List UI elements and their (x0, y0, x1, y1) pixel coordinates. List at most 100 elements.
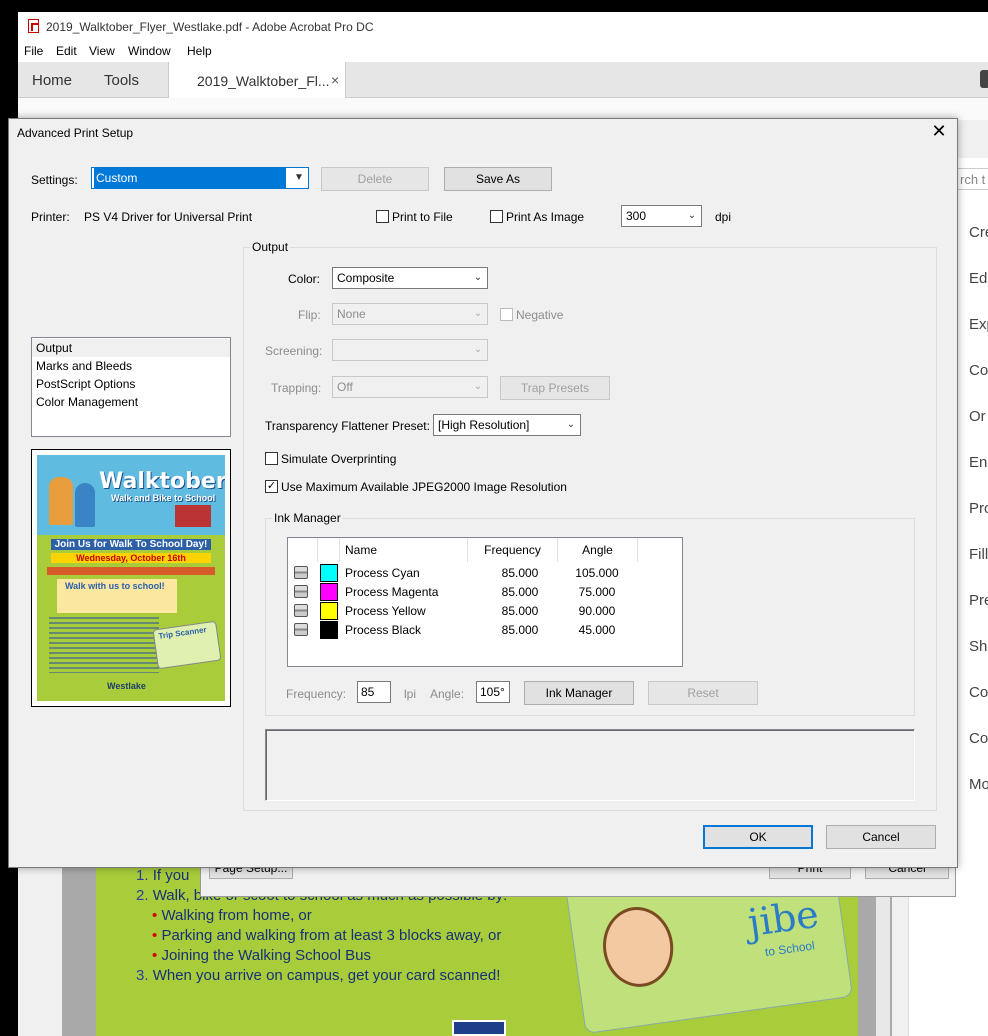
negative-checkbox[interactable] (500, 308, 513, 321)
flip-select[interactable]: None ⌄ (332, 303, 488, 325)
tab-document[interactable]: 2019_Walktober_Fl... × (168, 62, 346, 98)
menu-window[interactable]: Window (128, 44, 171, 58)
ink-row-yellow[interactable]: Process Yellow 85.000 90.000 (288, 601, 682, 620)
ink-row-magenta[interactable]: Process Magenta 85.000 75.000 (288, 582, 682, 601)
pdf-app-icon (28, 19, 39, 33)
trapping-select-value: Off (337, 380, 353, 394)
tool-item[interactable]: Sh (969, 638, 987, 655)
tool-item[interactable]: Exp (969, 316, 988, 333)
angle-input[interactable]: 105° (476, 681, 510, 703)
negative-label: Negative (516, 308, 564, 322)
menu-bar: File Edit View Window Help (18, 42, 988, 62)
thumbnail-date: Wednesday, October 16th (51, 553, 211, 563)
ink-row-cyan[interactable]: Process Cyan 85.000 105.000 (288, 563, 682, 582)
frequency-label: Frequency: (286, 687, 347, 701)
dpi-select[interactable]: 300 ⌄ (621, 205, 702, 227)
menu-help[interactable]: Help (187, 44, 212, 58)
ink-row-black[interactable]: Process Black 85.000 45.000 (288, 620, 682, 639)
dpi-select-value: 300 (626, 209, 647, 223)
printer-icon[interactable] (294, 623, 308, 636)
tool-item[interactable]: Mo (969, 776, 988, 793)
printer-icon[interactable] (294, 566, 308, 579)
tool-item[interactable]: Co (969, 684, 988, 701)
girl-illustration (597, 902, 679, 992)
menu-edit[interactable]: Edit (56, 44, 77, 58)
trapping-label: Trapping: (271, 381, 322, 395)
tool-item[interactable]: Enl (969, 454, 988, 471)
cancel-button[interactable]: Cancel (826, 825, 936, 849)
column-header-frequency[interactable]: Frequency (468, 538, 558, 562)
tab-home[interactable]: Home (32, 72, 72, 89)
ink-swatch (320, 564, 338, 582)
chevron-down-icon: ⌄ (473, 381, 483, 392)
tool-item[interactable]: Co (969, 730, 988, 747)
column-header-name[interactable]: Name (340, 538, 468, 562)
tool-item[interactable]: Fill (969, 546, 988, 563)
ink-swatch (320, 621, 338, 639)
column-header-angle[interactable]: Angle (558, 538, 638, 562)
comment-icon[interactable] (980, 70, 988, 88)
list-text: If you (152, 867, 190, 884)
tool-item[interactable]: Or (969, 408, 986, 425)
tab-tools[interactable]: Tools (104, 72, 139, 89)
trap-presets-button[interactable]: Trap Presets (500, 376, 610, 400)
color-select[interactable]: Composite ⌄ (332, 267, 488, 289)
tool-item[interactable]: Edi (969, 270, 988, 287)
tab-close-icon[interactable]: × (331, 72, 339, 88)
category-list: Output Marks and Bleeds PostScript Optio… (31, 337, 231, 437)
ink-angle: 90.000 (578, 604, 616, 618)
tool-item[interactable]: Pre (969, 592, 988, 609)
close-icon[interactable]: ✕ (929, 121, 949, 145)
delete-button[interactable]: Delete (321, 167, 429, 191)
use-max-jpeg2000-checkbox[interactable]: ✓ (265, 480, 278, 493)
save-as-button[interactable]: Save As (444, 167, 552, 191)
trapping-select[interactable]: Off ⌄ (332, 376, 488, 398)
category-output[interactable]: Output (32, 339, 230, 357)
category-color-management[interactable]: Color Management (36, 395, 138, 409)
menu-file[interactable]: File (24, 44, 43, 58)
output-group-label: Output (250, 240, 291, 254)
flip-select-value: None (337, 307, 366, 321)
settings-select-value: Custom (94, 168, 286, 188)
ink-angle: 45.000 (578, 623, 616, 637)
thumbnail-card-text: Trip Scanner (157, 625, 208, 641)
thumbnail-school (175, 505, 211, 527)
ink-frequency: 85.000 (501, 585, 539, 599)
flyer-thumbnail: Walktober Walk and Bike to School Join U… (37, 455, 225, 701)
screening-label: Screening: (265, 344, 323, 358)
category-marks-and-bleeds[interactable]: Marks and Bleeds (36, 359, 132, 373)
tab-bar: Home Tools 2019_Walktober_Fl... × (18, 62, 988, 98)
column-header-swatch (318, 538, 340, 562)
thumbnail-kid (75, 483, 95, 527)
thumbnail-title: Walktober (99, 469, 225, 494)
printer-label: Printer: (31, 210, 70, 224)
tool-item[interactable]: Co (969, 362, 988, 379)
menu-view[interactable]: View (89, 44, 115, 58)
flip-label: Flip: (298, 308, 321, 322)
thumbnail-subtitle: Walk and Bike to School (111, 493, 216, 503)
toolbar (18, 98, 988, 120)
ink-name: Process Cyan (345, 566, 420, 580)
ink-frequency: 85.000 (501, 604, 539, 618)
ink-manager-button[interactable]: Ink Manager (524, 681, 634, 705)
settings-select[interactable]: Custom ▼ (91, 167, 309, 189)
reset-button[interactable]: Reset (648, 681, 758, 705)
print-as-image-checkbox[interactable] (490, 210, 503, 223)
ink-name: Process Magenta (345, 585, 439, 599)
frequency-input[interactable]: 85 (357, 681, 391, 703)
tool-item[interactable]: Pro (969, 500, 988, 517)
ink-table: Name Frequency Angle Process Cyan 85.000… (287, 537, 683, 667)
flattener-select[interactable]: [High Resolution] ⌄ (433, 414, 581, 436)
category-postscript-options[interactable]: PostScript Options (36, 377, 135, 391)
chevron-down-icon: ⌄ (566, 419, 576, 430)
ok-button[interactable]: OK (703, 825, 813, 849)
tool-item[interactable]: Cre (969, 224, 988, 241)
thumbnail-text-lines (49, 617, 159, 673)
print-to-file-checkbox[interactable] (376, 210, 389, 223)
search-tools-input[interactable]: rch t (953, 168, 988, 190)
simulate-overprinting-checkbox[interactable] (265, 452, 278, 465)
printer-icon[interactable] (294, 585, 308, 598)
lpi-label: lpi (404, 687, 417, 701)
printer-icon[interactable] (294, 604, 308, 617)
screening-select[interactable]: ⌄ (332, 339, 488, 361)
